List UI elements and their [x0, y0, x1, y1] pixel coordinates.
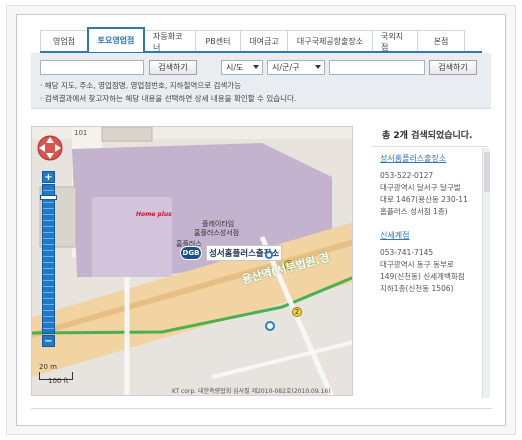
subway-station-icon [265, 321, 275, 331]
building-number: 101 [74, 129, 88, 137]
results-divider [372, 146, 488, 147]
result-name-link[interactable]: 성서홈플러스출장소 [380, 153, 480, 164]
tab-saturday-branch[interactable]: 토요영업점 [87, 27, 145, 52]
result-address: 홈플러스 성서점 1층) [380, 207, 448, 216]
result-phone: 053-741-7145 [380, 248, 434, 257]
scrollbar-thumb[interactable] [484, 152, 490, 192]
search-hint-2: · 검색결과에서 찾고자하는 해당 내용을 선택하면 상세 내용을 확인할 수 … [40, 94, 297, 103]
branch-map[interactable]: 101 Home plus 플레이타임 홈플러스성서점 홈플러스 DGB 성서홈… [31, 126, 353, 396]
result-address: 149(신천동) 신세계백화점 [380, 272, 465, 281]
tab-label: 대구국제공항출장소 [296, 37, 364, 46]
list-item: 성서홈플러스출장소 053-522-0127 대구광역시 달서구 달구벌 대로 … [380, 153, 480, 218]
chevron-down-icon [315, 65, 321, 69]
search-hint-1: · 해당 지도, 주소, 영업점명, 영업점번호, 지하철역으로 검색가능 [40, 81, 242, 90]
result-name-link[interactable]: 신세계점 [380, 230, 480, 241]
tab-label: 자동화코너 [153, 31, 183, 52]
area-search-input[interactable] [329, 60, 425, 75]
pan-control[interactable] [37, 135, 63, 161]
area-search-button[interactable]: 검색하기 [429, 60, 477, 75]
subway-station-icon [265, 251, 273, 259]
tab-label: 토요영업점 [97, 36, 135, 45]
summary-suffix: 검색되었습니다. [407, 131, 473, 141]
tab-label: 영업점 [52, 37, 76, 46]
select-value: 시/군/구 [272, 63, 300, 72]
tab-label: 국외지점 [381, 31, 404, 52]
keyword-search-button[interactable]: 검색하기 [149, 60, 197, 75]
zoom-slider-handle[interactable] [40, 195, 57, 200]
chevron-down-icon [253, 65, 259, 69]
scale-metric: 20 m [39, 363, 57, 371]
dgb-marker-label: DGB [182, 249, 200, 257]
results-summary: 총 2개 검색되었습니다. [382, 128, 472, 141]
marker-number: 2 [294, 308, 300, 316]
button-label: 검색하기 [438, 63, 468, 72]
zoom-in-button[interactable]: + [42, 171, 55, 183]
result-address: 대구광역시 동구 동부로 [380, 260, 454, 269]
button-label: 검색하기 [158, 63, 188, 72]
tab-safe-deposit[interactable]: 대여금고 [240, 30, 288, 52]
scale-imperial: 100 ft [48, 377, 69, 385]
tab-head-office[interactable]: 본점 [417, 30, 465, 52]
results-list: 성서홈플러스출장소 053-522-0127 대구광역시 달서구 달구벌 대로 … [380, 150, 480, 295]
map-copyright: KT corp. 대한측량협회 심사필 제2010-082호(2010.09.1… [172, 388, 331, 395]
bottom-divider [31, 408, 492, 409]
district-select[interactable]: 시/군/구 [267, 60, 325, 75]
search-results: 총 2개 검색되었습니다. 성서홈플러스출장소 053-522-0127 대구광… [368, 126, 492, 408]
city-select[interactable]: 시/도 [221, 60, 263, 75]
keyword-search-input[interactable] [40, 60, 144, 75]
result-address: 지하1층(신천동 1506) [380, 284, 454, 293]
result-phone: 053-522-0127 [380, 171, 434, 180]
result-address: 대구광역시 달서구 달구벌 [380, 183, 461, 192]
building-label-2: 홈플러스성서점 [194, 229, 240, 237]
summary-prefix: 총 [382, 131, 394, 141]
tab-label: PB센터 [205, 37, 231, 46]
marker-2-icon: 2 [292, 307, 302, 317]
tab-label: 대여금고 [249, 37, 279, 46]
zoom-out-button[interactable]: − [42, 335, 55, 347]
select-value: 시/도 [226, 63, 244, 72]
tab-bar: 영업점 토요영업점 자동화코너 PB센터 대여금고 대구국제공항출장소 국외지점… [40, 27, 465, 52]
result-address: 대로 1467(용산동 230-11 [380, 195, 468, 204]
results-scrollbar[interactable] [482, 148, 490, 398]
tab-pb-center[interactable]: PB센터 [195, 30, 241, 52]
result-count: 2개 [393, 131, 408, 141]
tab-label: 본점 [433, 37, 449, 46]
tab-atm-corner[interactable]: 자동화코너 [144, 30, 196, 52]
list-item: 신세계점 053-741-7145 대구광역시 동구 동부로 149(신천동) … [380, 230, 480, 295]
tab-airport-office[interactable]: 대구국제공항출장소 [287, 30, 373, 52]
dgb-marker-icon[interactable]: DGB [180, 246, 202, 260]
zoom-slider[interactable] [42, 184, 55, 334]
pan-arrows-icon [37, 135, 63, 161]
homeplus-logo: Home plus [136, 211, 172, 218]
tab-overseas-branch[interactable]: 국외지점 [372, 30, 418, 52]
tab-branch[interactable]: 영업점 [40, 30, 88, 52]
